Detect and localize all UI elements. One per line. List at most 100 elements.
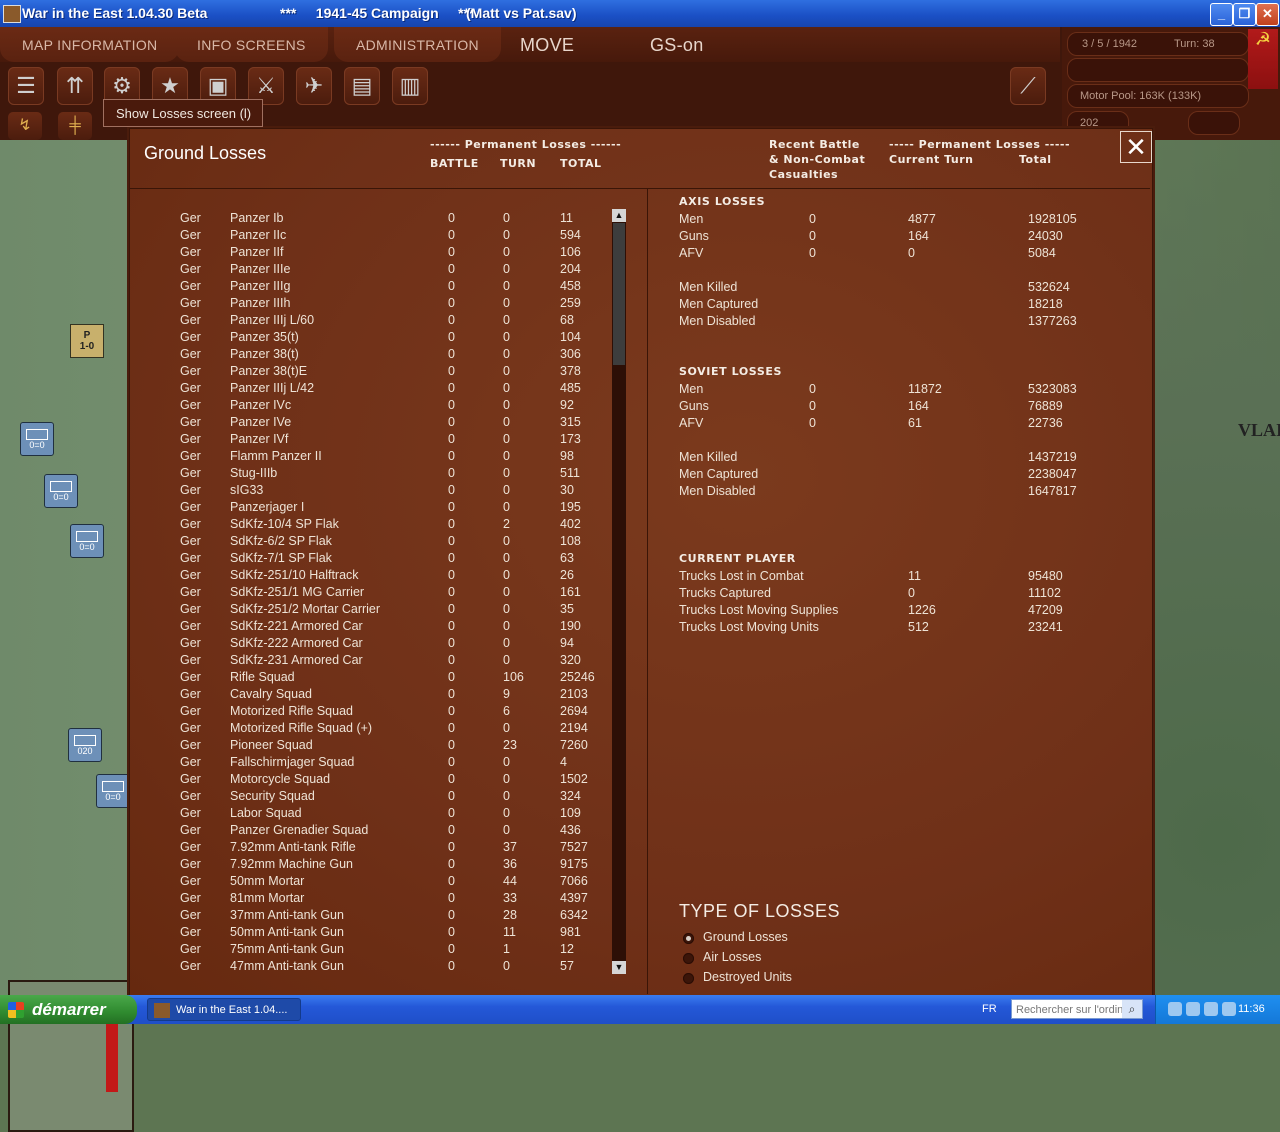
depot-icon[interactable]: ▥ xyxy=(392,67,428,105)
summary-total: 18218 xyxy=(1028,297,1063,311)
table-row[interactable]: Ger Panzer IVe 0 0 315 xyxy=(130,415,620,432)
scrollbar[interactable]: ▲ ▼ xyxy=(612,209,626,974)
table-row[interactable]: Ger 81mm Mortar 0 33 4397 xyxy=(130,891,620,908)
scroll-down-arrow-icon[interactable]: ▼ xyxy=(612,961,626,974)
stack-icon[interactable]: ☰ xyxy=(8,67,44,105)
start-button[interactable]: démarrer xyxy=(0,995,137,1024)
unit-name: SdKfz-6/2 SP Flak xyxy=(230,534,332,548)
move-arrow-icon[interactable]: ↯ xyxy=(8,112,42,140)
unit-name: SdKfz-231 Armored Car xyxy=(230,653,363,667)
close-dialog-button[interactable]: ✕ xyxy=(1120,131,1152,163)
window-campaign-title: *** 1941-45 Campaign *** xyxy=(280,5,475,21)
table-row[interactable]: Ger SdKfz-251/2 Mortar Carrier 0 0 35 xyxy=(130,602,620,619)
table-row[interactable]: Ger Panzer IIIe 0 0 204 xyxy=(130,262,620,279)
table-row[interactable]: Ger Cavalry Squad 0 9 2103 xyxy=(130,687,620,704)
table-row[interactable]: Ger Panzer Ib 0 0 11 xyxy=(130,211,620,228)
radio-button-icon[interactable] xyxy=(683,933,694,944)
unit-counter[interactable]: 0=0 xyxy=(20,422,54,456)
table-row[interactable]: Ger SdKfz-221 Armored Car 0 0 190 xyxy=(130,619,620,636)
table-row[interactable]: Ger Pioneer Squad 0 23 7260 xyxy=(130,738,620,755)
unit-nationality: Ger xyxy=(180,262,201,276)
table-row[interactable]: Ger Panzer Grenadier Squad 0 0 436 xyxy=(130,823,620,840)
menu-gs-on[interactable]: GS-on xyxy=(650,27,704,62)
table-row[interactable]: Ger Panzer 38(t)E 0 0 378 xyxy=(130,364,620,381)
table-row[interactable]: Ger Panzer IIIh 0 0 259 xyxy=(130,296,620,313)
taskbar-search-input[interactable]: Rechercher sur l'ordin ⌕ xyxy=(1011,999,1143,1019)
table-row[interactable]: Ger 37mm Anti-tank Gun 0 28 6342 xyxy=(130,908,620,925)
network-icon[interactable] xyxy=(1186,1002,1200,1016)
table-row[interactable]: Ger Flamm Panzer II 0 0 98 xyxy=(130,449,620,466)
unit-counter-p[interactable]: P 1-0 xyxy=(70,324,104,358)
menu-move[interactable]: MOVE xyxy=(520,27,574,62)
radio-button-icon[interactable] xyxy=(683,953,694,964)
table-row[interactable]: Ger Security Squad 0 0 324 xyxy=(130,789,620,806)
table-row[interactable]: Ger Stug-IIIb 0 0 511 xyxy=(130,466,620,483)
table-row[interactable]: Ger Panzer IIIj L/60 0 0 68 xyxy=(130,313,620,330)
table-row[interactable]: Ger SdKfz-251/10 Halftrack 0 0 26 xyxy=(130,568,620,585)
unit-counter[interactable]: 0=0 xyxy=(96,774,130,808)
units-icon[interactable]: ⇈ xyxy=(57,67,93,105)
table-row[interactable]: Ger Panzer IIc 0 0 594 xyxy=(130,228,620,245)
soviet-flag-icon[interactable]: ☭ xyxy=(1248,29,1278,89)
table-row[interactable]: Ger SdKfz-7/1 SP Flak 0 0 63 xyxy=(130,551,620,568)
table-row[interactable]: Ger Motorized Rifle Squad 0 6 2694 xyxy=(130,704,620,721)
menu-info-screens[interactable]: INFO SCREENS xyxy=(175,27,328,62)
scroll-thumb[interactable] xyxy=(613,223,625,365)
pencil-icon[interactable]: ⟋ xyxy=(1010,67,1046,105)
table-row[interactable]: Ger Motorized Rifle Squad (+) 0 0 2194 xyxy=(130,721,620,738)
table-row[interactable]: Ger Panzer IIf 0 0 106 xyxy=(130,245,620,262)
table-row[interactable]: Ger Fallschirmjager Squad 0 0 4 xyxy=(130,755,620,772)
unit-counter[interactable]: 0=0 xyxy=(44,474,78,508)
rail-icon[interactable]: ▤ xyxy=(344,67,380,105)
maximize-button[interactable]: ❐ xyxy=(1233,3,1256,26)
table-row[interactable]: Ger 50mm Mortar 0 44 7066 xyxy=(130,874,620,891)
axis-row: AFV 0 0 5084 xyxy=(679,246,1139,263)
table-row[interactable]: Ger 75mm Anti-tank Gun 0 1 12 xyxy=(130,942,620,959)
search-icon[interactable]: ⌕ xyxy=(1122,1000,1142,1018)
scroll-up-arrow-icon[interactable]: ▲ xyxy=(612,209,626,222)
table-row[interactable]: Ger Panzer 38(t) 0 0 306 xyxy=(130,347,620,364)
taskbar-app-button[interactable]: War in the East 1.04.... xyxy=(147,998,301,1021)
unit-turn-losses: 0 xyxy=(503,449,510,463)
radio-button-icon[interactable] xyxy=(683,973,694,984)
table-row[interactable]: Ger sIG33 0 0 30 xyxy=(130,483,620,500)
table-row[interactable]: Ger Panzer IIIj L/42 0 0 485 xyxy=(130,381,620,398)
unit-counter[interactable]: 020 xyxy=(68,728,102,762)
minimize-button[interactable]: _ xyxy=(1210,3,1233,26)
table-row[interactable]: Ger Motorcycle Squad 0 0 1502 xyxy=(130,772,620,789)
summary-total: 532624 xyxy=(1028,280,1070,294)
menu-map-information[interactable]: MAP INFORMATION xyxy=(0,27,180,62)
table-row[interactable]: Ger SdKfz-231 Armored Car 0 0 320 xyxy=(130,653,620,670)
table-row[interactable]: Ger 7.92mm Anti-tank Rifle 0 37 7527 xyxy=(130,840,620,857)
volume-icon[interactable] xyxy=(1204,1002,1218,1016)
aircraft-icon[interactable]: ✈ xyxy=(296,67,332,105)
unit-turn-losses: 0 xyxy=(503,262,510,276)
unit-nationality: Ger xyxy=(180,585,201,599)
menu-administration[interactable]: ADMINISTRATION xyxy=(334,27,501,62)
axis-losses-title: AXIS LOSSES xyxy=(679,195,766,208)
table-row[interactable]: Ger Panzer IVc 0 0 92 xyxy=(130,398,620,415)
table-row[interactable]: Ger SdKfz-6/2 SP Flak 0 0 108 xyxy=(130,534,620,551)
language-indicator[interactable]: FR xyxy=(982,1003,997,1015)
tray-arrow-icon[interactable] xyxy=(1168,1002,1182,1016)
table-row[interactable]: Ger Panzer 35(t) 0 0 104 xyxy=(130,330,620,347)
rail-track-icon[interactable]: ╪ xyxy=(58,112,92,140)
table-row[interactable]: Ger Panzer IVf 0 0 173 xyxy=(130,432,620,449)
table-row[interactable]: Ger 47mm Anti-tank Gun 0 0 57 xyxy=(130,959,620,976)
table-row[interactable]: Ger 50mm Anti-tank Gun 0 11 981 xyxy=(130,925,620,942)
table-row[interactable]: Ger SdKfz-10/4 SP Flak 0 2 402 xyxy=(130,517,620,534)
table-row[interactable]: Ger Rifle Squad 0 106 25246 xyxy=(130,670,620,687)
unit-battle-losses: 0 xyxy=(448,313,455,327)
table-row[interactable]: Ger Panzer IIIg 0 0 458 xyxy=(130,279,620,296)
close-window-button[interactable]: ✕ xyxy=(1256,3,1279,26)
security-icon[interactable] xyxy=(1222,1002,1236,1016)
summary-label: AFV xyxy=(679,416,704,430)
table-row[interactable]: Ger 7.92mm Machine Gun 0 36 9175 xyxy=(130,857,620,874)
table-row[interactable]: Ger SdKfz-251/1 MG Carrier 0 0 161 xyxy=(130,585,620,602)
unit-turn-losses: 6 xyxy=(503,704,510,718)
unit-turn-losses: 0 xyxy=(503,466,510,480)
table-row[interactable]: Ger SdKfz-222 Armored Car 0 0 94 xyxy=(130,636,620,653)
table-row[interactable]: Ger Panzerjager I 0 0 195 xyxy=(130,500,620,517)
table-row[interactable]: Ger Labor Squad 0 0 109 xyxy=(130,806,620,823)
unit-counter[interactable]: 0=0 xyxy=(70,524,104,558)
